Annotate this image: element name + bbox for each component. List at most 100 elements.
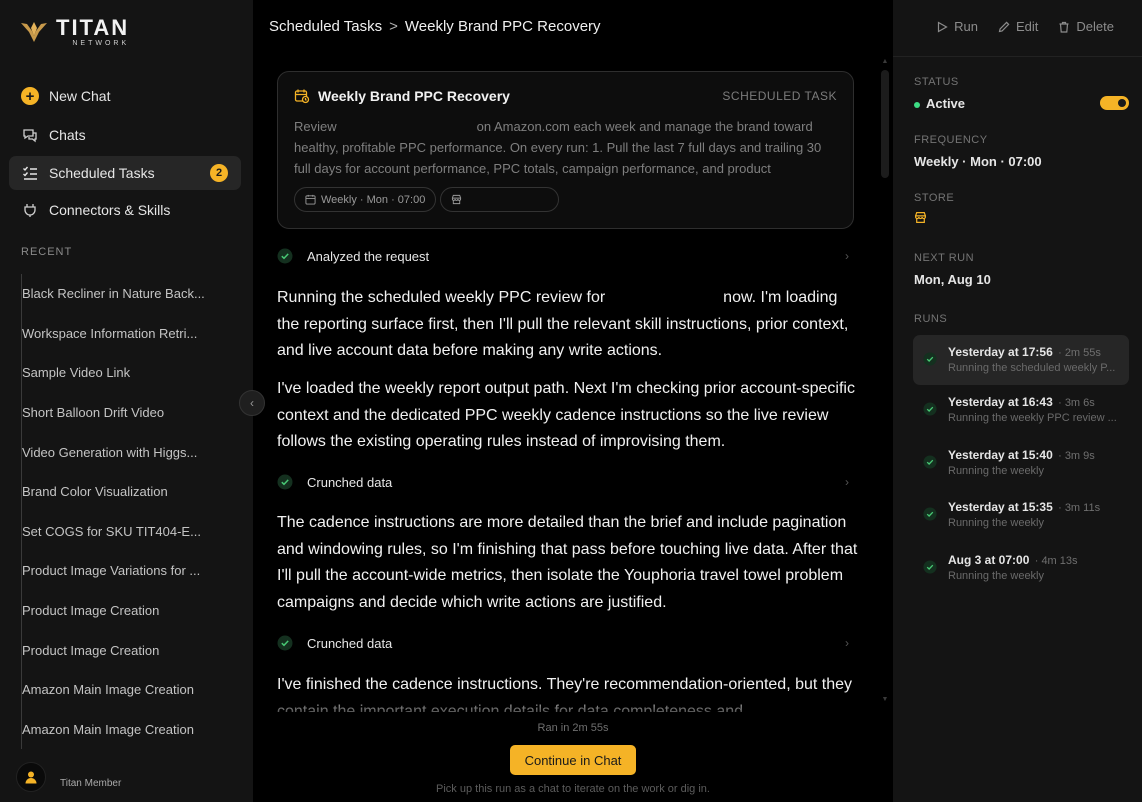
- run-duration: · 3m 9s: [1058, 449, 1095, 462]
- run-item[interactable]: Yesterday at 16:43 · 3m 6s Running the w…: [913, 385, 1129, 438]
- recent-item-label: Workspace Information Retri...: [22, 325, 198, 341]
- run-item[interactable]: Yesterday at 15:35 · 3m 11s Running the …: [913, 490, 1129, 543]
- step-label: Crunched data: [307, 474, 393, 490]
- run-time: Aug 3 at 07:00: [948, 552, 1030, 567]
- collapse-sidebar-button[interactable]: ‹: [239, 390, 265, 416]
- chevron-right-icon: ›: [845, 249, 849, 263]
- recent-item-label: Video Generation with Higgs...: [22, 444, 198, 460]
- recent-item-label: Black Recliner in Nature Back...: [22, 286, 205, 302]
- breadcrumb-root[interactable]: Scheduled Tasks: [269, 18, 382, 35]
- avatar: [16, 762, 46, 792]
- run-item[interactable]: Yesterday at 17:56 · 2m 55s Running the …: [913, 335, 1129, 385]
- chats-label: Chats: [49, 127, 86, 143]
- titan-wings-icon: [21, 22, 47, 42]
- frequency-value: Weekly · Mon · 07:00: [914, 154, 1042, 169]
- run-time: Yesterday at 17:56: [948, 345, 1053, 359]
- new-chat-button[interactable]: + New Chat: [9, 79, 241, 113]
- continue-in-chat-button[interactable]: Continue in Chat: [510, 745, 636, 775]
- assistant-message: I've loaded the weekly report output pat…: [277, 376, 862, 456]
- check-circle-icon: [923, 454, 937, 469]
- schedule-chip-label: Weekly · Mon · 07:00: [321, 193, 426, 206]
- sidebar-item-chats[interactable]: Chats: [9, 118, 241, 152]
- user-profile[interactable]: Titan Member: [16, 762, 121, 792]
- toggle-knob: [1118, 99, 1126, 107]
- run-label: Run: [954, 19, 979, 34]
- sidebar-item-connectors[interactable]: Connectors & Skills: [9, 193, 241, 227]
- sidebar-item-scheduled-tasks[interactable]: Scheduled Tasks 2: [9, 156, 241, 190]
- brand-title: TITAN: [56, 15, 130, 40]
- breadcrumb-current: Weekly Brand PPC Recovery: [404, 18, 601, 35]
- recent-item[interactable]: Product Image Creation: [21, 630, 236, 670]
- check-circle-icon: [923, 507, 937, 521]
- recent-item[interactable]: Short Balloon Drift Video: [21, 392, 236, 433]
- delete-label: Delete: [1076, 19, 1114, 34]
- step-crunched-data[interactable]: Crunched data ›: [277, 632, 854, 654]
- check-circle-icon: [923, 402, 937, 416]
- run-duration: · 2m 55s: [1058, 347, 1101, 359]
- run-summary: Running the weekly: [948, 464, 1045, 477]
- recent-item[interactable]: Black Recliner in Nature Back...: [21, 274, 236, 314]
- plug-icon: [21, 201, 39, 219]
- task-details-panel: Run Edit Delete STATUS Active FREQUENCY …: [893, 0, 1142, 802]
- run-item[interactable]: Yesterday at 15:40 · 3m 9s Running the w…: [913, 438, 1129, 491]
- run-summary: Running the weekly: [948, 517, 1045, 529]
- run-duration: Ran in 2m 55s: [537, 722, 609, 734]
- recent-item[interactable]: Set COGS for SKU TIT404-E...: [21, 511, 236, 552]
- recent-item[interactable]: Amazon Main Image Creation: [21, 709, 236, 750]
- recent-item-label: Product Image Creation: [22, 603, 160, 619]
- play-icon: [938, 20, 948, 33]
- run-time: Yesterday at 15:35: [948, 500, 1053, 514]
- store-value: [914, 211, 927, 227]
- scheduled-count-badge: 2: [210, 164, 228, 182]
- plus-icon: +: [21, 87, 39, 105]
- step-crunched-data[interactable]: Crunched data ›: [277, 471, 854, 493]
- chevron-left-icon: ‹: [250, 396, 254, 410]
- brand-logo[interactable]: TITAN NETWORK: [20, 17, 129, 47]
- run-item[interactable]: Aug 3 at 07:00 · 4m 13s Running the week…: [913, 543, 1129, 596]
- run-duration: · 3m 6s: [1058, 397, 1095, 409]
- recent-item[interactable]: Product Image Creation: [21, 590, 236, 631]
- main-content: Scheduled Tasks > Weekly Brand PPC Recov…: [253, 0, 893, 802]
- step-label: Crunched data: [307, 635, 393, 651]
- user-name: Titan Member: [60, 777, 122, 789]
- task-description-rest: on Amazon.com each week and manage the b…: [294, 119, 822, 176]
- edit-button[interactable]: Edit: [998, 19, 1038, 34]
- recent-item[interactable]: Product Image Variations for ...: [21, 551, 236, 591]
- recent-heading: RECENT: [21, 246, 73, 258]
- recent-item-label: Set COGS for SKU TIT404-E...: [22, 523, 201, 539]
- scroll-up-arrow-icon[interactable]: ▲: [881, 58, 889, 66]
- continue-hint: Pick up this run as a chat to iterate on…: [436, 783, 710, 795]
- checklist-icon: [21, 164, 39, 182]
- status-dot-icon: [914, 101, 920, 108]
- run-button[interactable]: Run: [936, 19, 978, 34]
- new-chat-label: New Chat: [49, 88, 111, 104]
- recent-item[interactable]: Video Generation with Higgs...: [21, 432, 236, 472]
- breadcrumb: Scheduled Tasks > Weekly Brand PPC Recov…: [269, 18, 601, 35]
- next-run-label: NEXT RUN: [914, 252, 975, 264]
- pencil-icon: [998, 21, 1010, 32]
- recent-item[interactable]: Amazon Main Image Creation: [21, 669, 236, 710]
- run-duration: · 4m 13s: [1034, 554, 1078, 567]
- chevron-right-icon: ›: [845, 636, 849, 650]
- message-text: I've loaded the weekly report output pat…: [277, 380, 855, 450]
- active-toggle[interactable]: [1100, 96, 1129, 110]
- task-description: Review on Amazon.com each week and manage…: [294, 116, 837, 179]
- recent-item[interactable]: Brand Color Visualization: [21, 471, 236, 512]
- chevron-right-icon: ›: [845, 475, 849, 489]
- store-chip: [440, 187, 560, 212]
- recent-item-label: Short Balloon Drift Video: [22, 405, 165, 421]
- scrollbar[interactable]: ▲ ▼: [881, 58, 889, 706]
- step-analyzed-request[interactable]: Analyzed the request ›: [277, 245, 854, 267]
- recent-item[interactable]: Sample Video Link: [21, 353, 236, 393]
- recent-item[interactable]: Workspace Information Retri...: [21, 313, 236, 354]
- message-text: Running the scheduled weekly PPC review …: [277, 289, 606, 306]
- assistant-message: Running the scheduled weekly PPC review …: [277, 285, 862, 365]
- recent-item-label: Amazon Main Image Creation: [22, 682, 194, 698]
- scrollbar-thumb[interactable]: [881, 70, 889, 178]
- delete-button[interactable]: Delete: [1058, 19, 1114, 34]
- recent-list: Black Recliner in Nature Back... Workspa…: [21, 274, 236, 750]
- task-summary-card[interactable]: Weekly Brand PPC Recovery SCHEDULED TASK…: [277, 71, 854, 229]
- runs-list: Yesterday at 17:56 · 2m 55s Running the …: [913, 335, 1129, 595]
- check-circle-icon: [277, 635, 293, 651]
- calendar-clock-icon: [294, 89, 310, 104]
